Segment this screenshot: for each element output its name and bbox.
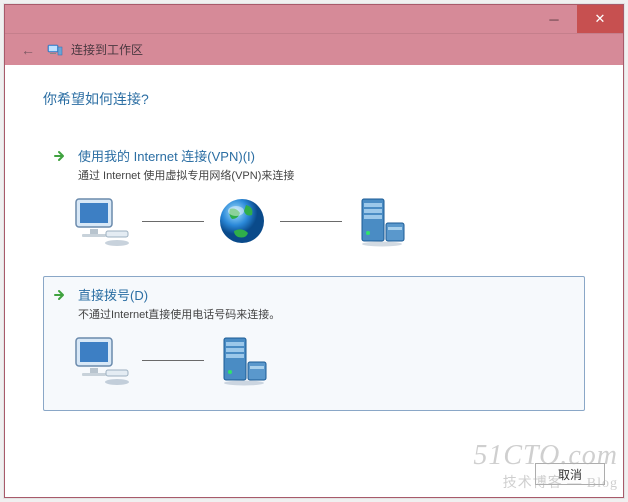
option-vpn-title: 使用我的 Internet 连接(VPN)(I) <box>78 146 294 165</box>
option-vpn[interactable]: 使用我的 Internet 连接(VPN)(I) 通过 Internet 使用虚… <box>43 137 585 272</box>
option-dial-desc: 不通过Internet直接使用电话号码来连接。 <box>78 306 280 322</box>
minimize-button[interactable]: ─ <box>531 5 577 33</box>
connection-line <box>142 360 204 361</box>
vpn-diagram <box>52 183 576 263</box>
page-heading: 你希望如何连接? <box>43 89 585 109</box>
option-dial[interactable]: 直接拨号(D) 不通过Internet直接使用电话号码来连接。 <box>43 276 585 411</box>
option-vpn-desc: 通过 Internet 使用虚拟专用网络(VPN)来连接 <box>78 167 294 183</box>
server-icon <box>354 195 410 247</box>
titlebar: ─ ✕ <box>5 5 623 33</box>
close-button[interactable]: ✕ <box>577 5 623 33</box>
connection-line <box>280 221 342 222</box>
computer-icon <box>70 334 130 386</box>
back-button[interactable]: ← <box>17 39 39 61</box>
connection-line <box>142 221 204 222</box>
option-dial-title: 直接拨号(D) <box>78 285 280 304</box>
arrow-right-icon <box>52 287 68 303</box>
wizard-window: ─ ✕ ← 连接到工作区 你希望如何连接? 使用我的 Internet 连接(V… <box>4 4 624 498</box>
dial-diagram <box>52 322 576 402</box>
wizard-body: 你希望如何连接? 使用我的 Internet 连接(VPN)(I) 通过 Int… <box>5 65 623 411</box>
globe-icon <box>216 195 268 247</box>
footer: 取消 <box>535 463 605 485</box>
arrow-right-icon <box>52 148 68 164</box>
workplace-icon <box>47 42 63 58</box>
server-icon <box>216 334 272 386</box>
cancel-button[interactable]: 取消 <box>535 463 605 485</box>
computer-icon <box>70 195 130 247</box>
header-bar: ← 连接到工作区 <box>5 33 623 65</box>
window-title: 连接到工作区 <box>71 41 143 58</box>
